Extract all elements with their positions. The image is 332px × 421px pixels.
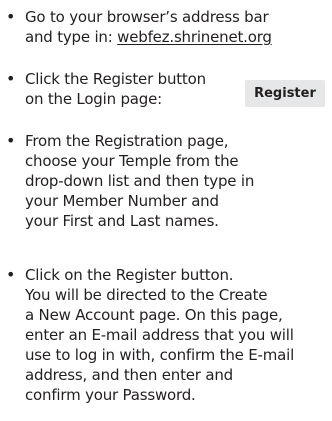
register-button[interactable]: Register: [245, 80, 325, 107]
instruction-text-3: From the Registration page, choose your …: [25, 131, 254, 231]
bullet: •: [6, 265, 16, 284]
instruction-line: on the Login page:: [25, 90, 162, 108]
instruction-line: enter an E-mail address that you will: [25, 326, 294, 344]
instruction-line: Click the Register button: [25, 70, 206, 88]
instruction-line: Go to your browser’s address bar: [25, 8, 269, 26]
bullet: •: [6, 131, 16, 150]
instruction-line: choose your Temple from the: [25, 152, 239, 170]
bullet: •: [6, 69, 16, 88]
instruction-text-4: Click on the Register button. You will b…: [25, 265, 294, 405]
instruction-line-prefix: and type in:: [25, 28, 118, 46]
register-button-label: Register: [254, 86, 316, 101]
instruction-item-3: • From the Registration page, choose you…: [0, 131, 332, 235]
instruction-text-2: Click the Register button on the Login p…: [25, 69, 206, 109]
instructions-page: • Go to your browser’s address bar and t…: [0, 0, 332, 421]
instruction-line: address, and then enter and: [25, 366, 233, 384]
instruction-line: use to log in with, confirm the E-mail: [25, 346, 295, 364]
instruction-line: and type in: webfez.shrinenet.org: [25, 27, 272, 47]
instruction-line: From the Registration page,: [25, 132, 229, 150]
instruction-line: drop-down list and then type in: [25, 172, 255, 190]
instruction-line: a New Account page. On this page,: [25, 306, 283, 324]
instruction-line: your First and Last names.: [25, 212, 219, 230]
instruction-line: Click on the Register button.: [25, 266, 234, 284]
website-link[interactable]: webfez.shrinenet.org: [117, 28, 272, 46]
instruction-line: your Member Number and: [25, 192, 219, 210]
instruction-item-1: • Go to your browser’s address bar and t…: [0, 7, 332, 51]
instruction-line: You will be directed to the Create: [25, 286, 268, 304]
bullet: •: [6, 7, 16, 26]
instruction-line: confirm your Password.: [25, 386, 196, 404]
instruction-item-4: • Click on the Register button. You will…: [0, 265, 332, 409]
instruction-text-1: Go to your browser’s address bar and typ…: [25, 7, 272, 47]
